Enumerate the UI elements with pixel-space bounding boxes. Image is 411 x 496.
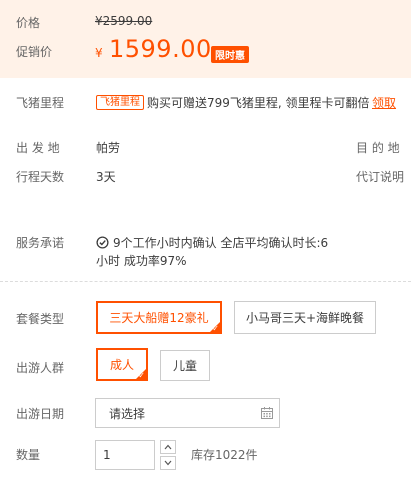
destination-label[interactable]: 目 的 地: [356, 139, 400, 156]
package-option-label: 小马哥三天+海鲜晚餐: [245, 311, 365, 325]
miles-label: 飞猪里程: [16, 96, 65, 110]
service-promise-label: 服务承诺: [16, 236, 65, 250]
quantity-value: 1: [103, 448, 111, 462]
booking-notes-link[interactable]: 代订说明: [356, 168, 404, 185]
section-divider: [0, 281, 411, 282]
miles-badge: 飞猪里程: [96, 95, 144, 110]
miles-text: 购买可赠送799飞猪里程, 领里程卡可翻倍: [147, 96, 370, 110]
calendar-icon: [261, 407, 273, 419]
check-circle-icon: [96, 236, 109, 249]
duration-value: 3天: [96, 170, 116, 184]
sale-price: 1599.00: [109, 35, 212, 63]
price-label: 价格: [16, 16, 41, 30]
package-type-label: 套餐类型: [16, 312, 65, 326]
departure-value: 帕劳: [96, 141, 121, 155]
duration-label: 行程天数: [16, 170, 65, 184]
claim-miles-link[interactable]: 领取: [372, 94, 396, 111]
quantity-label: 数量: [16, 448, 41, 462]
quantity-decrease-button[interactable]: [160, 456, 176, 470]
original-price: ¥2599.00: [95, 14, 153, 28]
date-placeholder: 请选择: [109, 406, 146, 421]
limited-time-badge: 限时惠: [211, 46, 249, 63]
traveler-group-label: 出游人群: [16, 361, 65, 375]
service-promise-line1: 9个工作小时内确认 全店平均确认时长:6: [113, 236, 329, 250]
travel-date-input[interactable]: 请选择: [95, 398, 280, 428]
stock-count: 库存1022件: [191, 448, 258, 462]
package-option-selected[interactable]: 三天大船赠12豪礼 ✓: [96, 301, 222, 334]
traveler-option-label: 成人: [109, 358, 134, 372]
service-promise-line2: 小时 成功率97%: [96, 254, 187, 268]
package-option-label: 三天大船赠12豪礼: [109, 311, 209, 325]
traveler-option-label: 儿童: [172, 359, 197, 373]
quantity-increase-button[interactable]: [160, 440, 176, 454]
check-icon: ✓: [212, 324, 219, 333]
promo-price-label: 促销价: [16, 45, 53, 59]
travel-date-label: 出游日期: [16, 407, 65, 421]
currency-symbol: ¥: [95, 46, 103, 60]
package-option[interactable]: 小马哥三天+海鲜晚餐: [234, 301, 376, 334]
quantity-input[interactable]: 1: [95, 440, 155, 470]
chevron-up-icon: [164, 444, 172, 450]
check-icon: ✓: [138, 371, 145, 380]
chevron-down-icon: [164, 460, 172, 466]
departure-label: 出 发 地: [16, 141, 60, 155]
traveler-option-child[interactable]: 儿童: [160, 350, 210, 381]
traveler-option-adult[interactable]: 成人 ✓: [96, 348, 148, 381]
